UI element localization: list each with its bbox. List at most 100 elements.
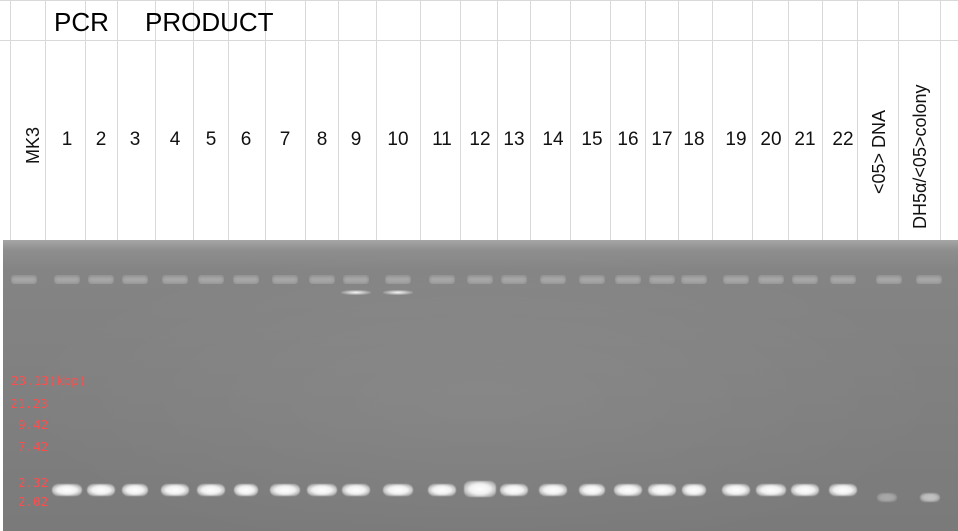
gel-image: 23.13(kbp) 21.23 9.42 7.42 2.32 2.02 (3, 240, 958, 531)
gel-well (309, 275, 335, 284)
pcr-band-lane-3 (122, 484, 148, 496)
well-smear (383, 290, 413, 295)
gel-well (233, 275, 259, 284)
gel-well (272, 275, 298, 284)
control-label-dna: <05> DNA (869, 109, 889, 194)
lane-label-21: 21 (794, 129, 816, 150)
grid-vline (530, 0, 531, 240)
lane-label-20: 20 (760, 129, 782, 150)
pcr-band-lane-22 (829, 484, 857, 496)
grid-vline (117, 0, 118, 240)
pcr-band-lane-7 (270, 484, 300, 496)
lane-label-16: 16 (617, 129, 639, 150)
grid-vline (420, 0, 421, 240)
gel-well (88, 275, 114, 284)
title-pcr: PCR (54, 7, 109, 37)
gel-well (198, 275, 224, 284)
control-band (877, 493, 897, 502)
grid-vline (788, 0, 789, 240)
ladder-label-6: 2.02 (18, 494, 49, 509)
pcr-band-lane-16 (614, 484, 642, 496)
control-label-colony: DH5α/<05>colony (910, 84, 930, 230)
grid-vline (752, 0, 753, 240)
grid-vline (940, 0, 941, 240)
gel-well (792, 275, 818, 284)
lane-label-6: 6 (240, 129, 252, 150)
grid-vline (712, 0, 713, 240)
lane-label-10: 10 (387, 129, 409, 150)
lane-label-12: 12 (469, 129, 491, 150)
grid-vline (610, 0, 611, 240)
gel-well (758, 275, 784, 284)
pcr-band-lane-10 (383, 484, 413, 496)
gel-well (385, 275, 411, 284)
grid-vline (338, 0, 339, 240)
pcr-band-lane-20 (756, 484, 786, 496)
control-band (920, 493, 940, 502)
ladder-label-1: 23.13(kbp) (11, 373, 87, 388)
lane-label-7: 7 (279, 129, 291, 150)
pcr-band-lane-12 (464, 481, 496, 497)
pcr-band-lane-19 (722, 484, 750, 496)
pcr-band-lane-13 (500, 484, 528, 496)
lane-label-22: 22 (832, 129, 854, 150)
gel-well (649, 275, 675, 284)
gel-well (876, 275, 902, 284)
grid-vline (678, 0, 679, 240)
lane-label-18: 18 (683, 129, 705, 150)
gel-well (429, 275, 455, 284)
pcr-band-lane-14 (539, 484, 567, 496)
grid-vline (460, 0, 461, 240)
lane-label-13: 13 (503, 129, 525, 150)
title-product: PRODUCT (145, 7, 274, 37)
pcr-band-lane-6 (234, 484, 258, 496)
gel-well (467, 275, 493, 284)
ladder-label-5: 2.32 (18, 475, 49, 490)
pcr-band-lane-11 (428, 484, 456, 496)
pcr-band-lane-21 (791, 484, 819, 496)
lane-label-19: 19 (725, 129, 747, 150)
pcr-band-lane-18 (682, 484, 706, 496)
gel-well (916, 275, 942, 284)
ladder-label-3: 9.42 (18, 417, 49, 432)
spreadsheet-canvas: PCR PRODUCT MK3 1 2 3 4 5 6 7 8 9 10 11 12 13 14 15 16 1… (0, 0, 958, 531)
grid-vline (10, 0, 11, 240)
grid-vline (645, 0, 646, 240)
pcr-band-lane-4 (161, 484, 189, 496)
lane-label-14: 14 (542, 129, 564, 150)
lane-label-4: 4 (169, 129, 181, 150)
pcr-band-lane-9 (342, 484, 370, 496)
gel-well (615, 275, 641, 284)
grid-vline (376, 0, 377, 240)
lane-label-3: 3 (129, 129, 141, 150)
pcr-band-lane-17 (648, 484, 676, 496)
gel-well (723, 275, 749, 284)
gel-well (681, 275, 707, 284)
gel-well (54, 275, 80, 284)
lane-label-2: 2 (95, 129, 107, 150)
gel-well (162, 275, 188, 284)
gel-well (830, 275, 856, 284)
lane-label-11: 11 (432, 129, 452, 150)
lane-label-9: 9 (350, 129, 362, 150)
grid-vline (857, 0, 858, 240)
gel-well (501, 275, 527, 284)
grid-vline (822, 0, 823, 240)
pcr-band-lane-15 (579, 484, 605, 496)
marker-lane-label: MK3 (23, 126, 43, 164)
grid-vline (45, 0, 46, 240)
pcr-band-lane-2 (87, 484, 115, 496)
gel-well (122, 275, 148, 284)
pcr-band-lane-8 (307, 484, 337, 496)
gel-well (343, 275, 369, 284)
well-smear (341, 290, 371, 295)
lane-label-5: 5 (205, 129, 217, 150)
ladder-label-2: 21.23 (10, 396, 48, 411)
pcr-band-lane-5 (197, 484, 225, 496)
lane-label-8: 8 (316, 129, 328, 150)
grid-vline (570, 0, 571, 240)
grid-vline (497, 0, 498, 240)
grid-hline (0, 0, 958, 1)
gel-well (11, 275, 37, 284)
lane-label-1: 1 (61, 129, 73, 150)
